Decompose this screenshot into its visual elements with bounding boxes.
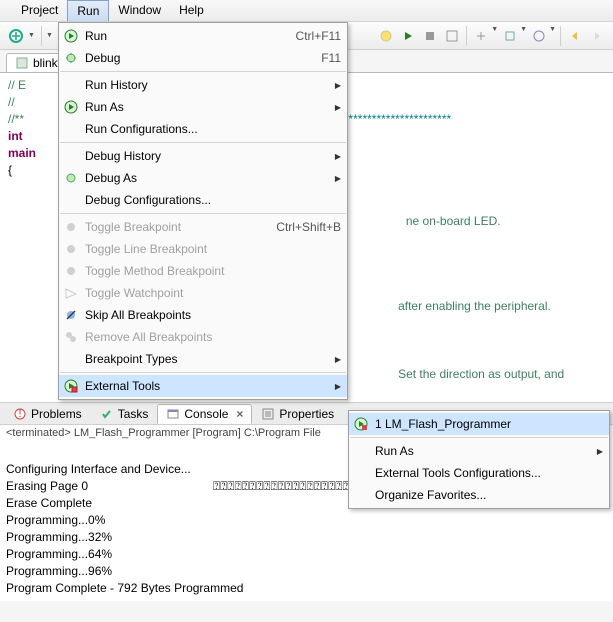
menu-item-skip-all-bp[interactable]: Skip All Breakpoints [59, 304, 347, 326]
menu-item-debug[interactable]: DebugF11 [59, 47, 347, 69]
menu-project[interactable]: Project [12, 0, 67, 21]
menu-item-debug-history[interactable]: Debug History▶ [59, 145, 347, 167]
debug-icon [64, 51, 78, 65]
run-icon [64, 29, 78, 43]
external-tools-submenu: 1 LM_Flash_Programmer Run As▶ External T… [348, 410, 610, 509]
watchpoint-icon [64, 286, 78, 300]
dropdown-arrow-icon[interactable]: ▼ [520, 26, 527, 46]
tab-label: Console [184, 407, 228, 421]
nav-fwd-button[interactable] [587, 26, 607, 46]
breakpoint-icon [64, 220, 78, 234]
menu-item-ext-run-as[interactable]: Run As▶ [349, 440, 609, 462]
menu-item-toggle-line-bp: Toggle Line Breakpoint [59, 238, 347, 260]
close-icon[interactable]: × [236, 407, 243, 421]
debug-icon [64, 171, 78, 185]
tab-label: Properties [279, 407, 334, 421]
nav-back-button[interactable] [565, 26, 585, 46]
tab-problems[interactable]: ! Problems [4, 404, 91, 424]
menu-item-toggle-watchpoint: Toggle Watchpoint [59, 282, 347, 304]
run-toolbar-button[interactable] [398, 26, 418, 46]
toolbar-button[interactable] [471, 26, 491, 46]
console-icon [166, 407, 180, 421]
external-tools-icon [64, 379, 78, 393]
run-icon [64, 100, 78, 114]
menu-help[interactable]: Help [170, 0, 213, 21]
toolbar-button[interactable] [442, 26, 462, 46]
dropdown-arrow-icon[interactable]: ▼ [549, 26, 556, 46]
breakpoint-icon [64, 264, 78, 278]
dropdown-arrow-icon[interactable]: ▼ [46, 32, 53, 39]
tasks-icon [100, 407, 114, 421]
properties-icon [261, 407, 275, 421]
tab-console[interactable]: Console × [157, 404, 252, 424]
menu-item-remove-all-bp: Remove All Breakpoints [59, 326, 347, 348]
menu-window[interactable]: Window [109, 0, 170, 21]
remove-breakpoints-icon [64, 330, 78, 344]
menu-item-run-as[interactable]: Run As▶ [59, 96, 347, 118]
menu-item-run-config[interactable]: Run Configurations... [59, 118, 347, 140]
dropdown-arrow-icon[interactable]: ▼ [28, 32, 35, 39]
new-project-button[interactable] [6, 26, 26, 46]
dropdown-arrow-icon[interactable]: ▼ [491, 26, 498, 46]
skip-breakpoints-icon [64, 308, 78, 322]
menu-item-lm-flash[interactable]: 1 LM_Flash_Programmer [349, 413, 609, 435]
menu-item-toggle-method-bp: Toggle Method Breakpoint [59, 260, 347, 282]
tab-tasks[interactable]: Tasks [91, 404, 158, 424]
menu-item-bp-types[interactable]: Breakpoint Types▶ [59, 348, 347, 370]
toolbar-button[interactable] [529, 26, 549, 46]
run-dropdown-menu: RunCtrl+F11 DebugF11 Run History▶ Run As… [58, 22, 348, 400]
problems-icon: ! [13, 407, 27, 421]
breakpoint-icon [64, 242, 78, 256]
tab-properties[interactable]: Properties [252, 404, 343, 424]
tab-label: Problems [31, 407, 82, 421]
menu-item-debug-as[interactable]: Debug As▶ [59, 167, 347, 189]
menu-item-debug-config[interactable]: Debug Configurations... [59, 189, 347, 211]
menubar: Project Run Window Help [0, 0, 613, 22]
menu-item-toggle-bp: Toggle BreakpointCtrl+Shift+B [59, 216, 347, 238]
menu-item-org-favorites[interactable]: Organize Favorites... [349, 484, 609, 506]
menu-item-external-tools[interactable]: External Tools▶ [59, 375, 347, 397]
external-tools-icon [354, 417, 368, 431]
menu-item-run-history[interactable]: Run History▶ [59, 74, 347, 96]
tab-label: Tasks [118, 407, 149, 421]
c-file-icon [15, 56, 29, 70]
menu-run[interactable]: Run [67, 0, 109, 21]
svg-text:!: ! [18, 407, 21, 420]
menu-item-run[interactable]: RunCtrl+F11 [59, 25, 347, 47]
toolbar-button[interactable] [500, 26, 520, 46]
debug-toolbar-button[interactable] [376, 26, 396, 46]
menu-item-ext-config[interactable]: External Tools Configurations... [349, 462, 609, 484]
stop-toolbar-button[interactable] [420, 26, 440, 46]
